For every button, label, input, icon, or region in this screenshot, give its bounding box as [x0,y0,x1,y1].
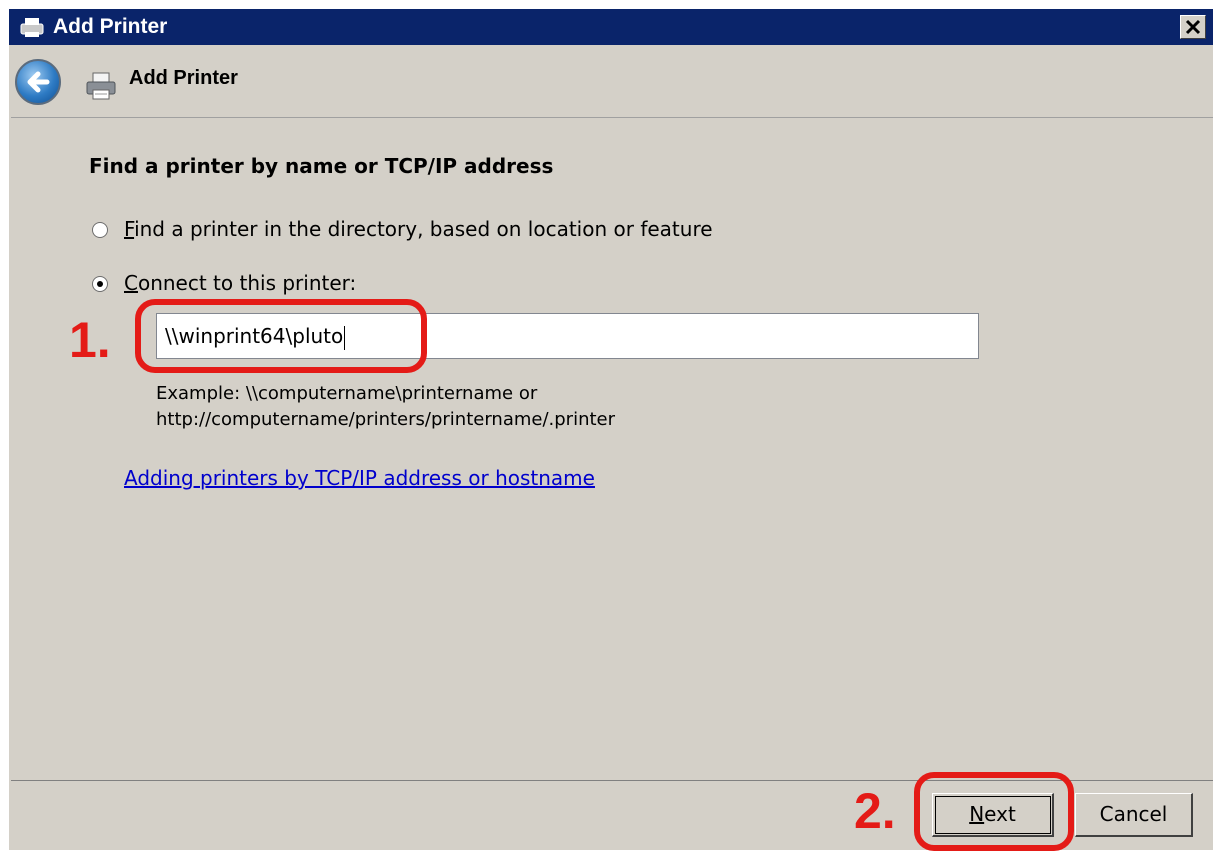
find-in-directory-text: ind a printer in the directory, based on… [134,217,713,241]
title-bar[interactable]: Add Printer [9,9,1213,45]
add-printer-window: Add Printer Add Printer Find a printer b… [8,8,1213,851]
back-arrow-icon [27,71,50,93]
section-heading: Find a printer by name or TCP/IP address [89,154,554,178]
printer-icon [20,18,44,37]
connect-to-printer-radio[interactable] [92,276,108,292]
mnemonic-f: F [124,217,135,241]
step-1-annotation: 1. [69,312,111,368]
example-line-2: http://computername/printers/printername… [156,409,616,430]
example-text: Example: \\computername\printername or h… [156,381,615,433]
example-line-1: Example: \\computername\printername or [156,383,538,404]
step-2-annotation: 2. [854,783,896,839]
close-button[interactable] [1180,15,1206,39]
radio-selected-dot [97,281,103,287]
close-icon [1185,19,1201,35]
tcp-ip-help-link[interactable]: Adding printers by TCP/IP address or hos… [124,466,595,490]
find-in-directory-radio[interactable] [92,222,108,238]
window-title: Add Printer [53,15,168,38]
navigation-bar: Add Printer [9,45,1213,117]
printer-icon [86,72,116,100]
find-in-directory-label[interactable]: Find a printer in the directory, based o… [124,217,713,241]
cancel-button[interactable]: Cancel [1075,793,1193,837]
mnemonic-c: C [124,271,138,295]
next-highlight-box [914,772,1074,851]
input-highlight-box [135,299,427,373]
page-title: Add Printer [129,67,238,89]
back-button[interactable] [15,59,61,105]
connect-to-printer-label[interactable]: Connect to this printer: [124,271,356,295]
connect-to-printer-text: onnect to this printer: [137,271,357,295]
